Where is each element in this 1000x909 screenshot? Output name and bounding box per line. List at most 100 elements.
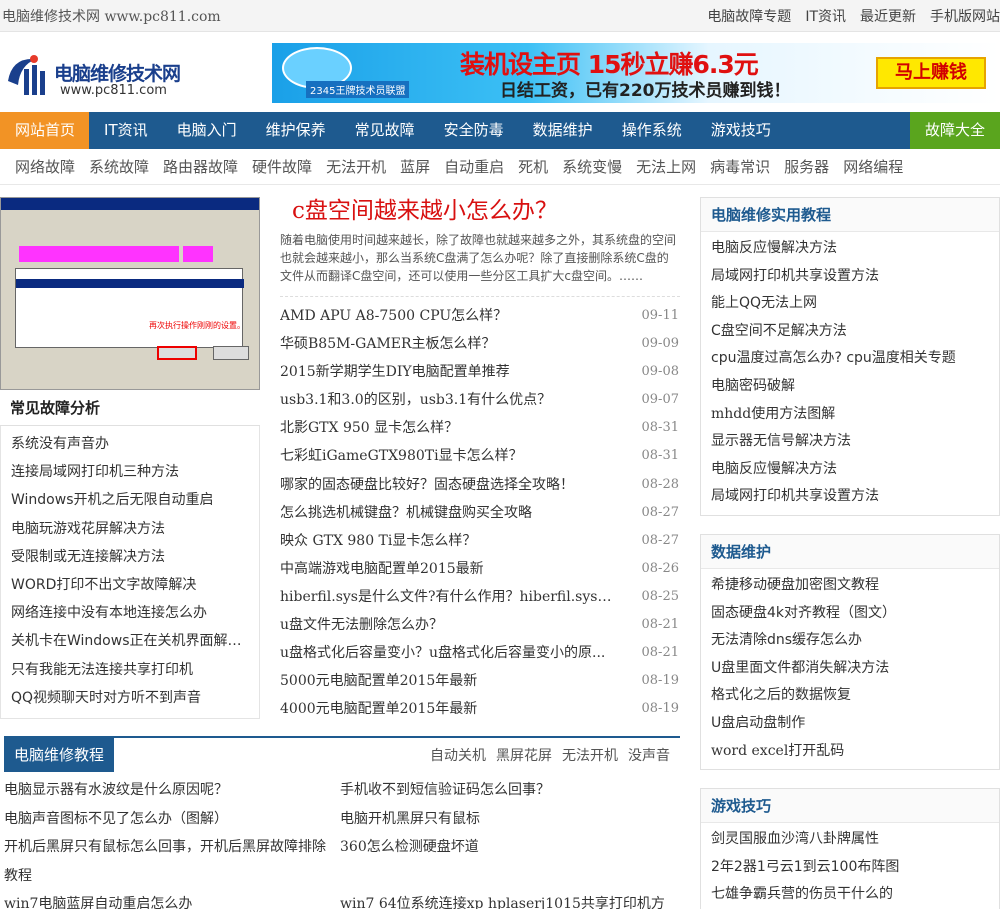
news-title[interactable]: 2015新学期学生DIY电脑配置单推荐 xyxy=(280,358,510,386)
nav-item-security[interactable]: 安全防毒 xyxy=(429,112,518,149)
news-row[interactable]: u盘文件无法删除怎么办？ 08-21 xyxy=(280,611,680,639)
news-row[interactable]: 2015新学期学生DIY电脑配置单推荐 09-08 xyxy=(280,358,680,386)
news-row[interactable]: usb3.1和3.0的区别，usb3.1有什么优点？ 09-07 xyxy=(280,386,680,414)
subnav-item[interactable]: 死机 xyxy=(518,156,548,177)
section-link-black-screen[interactable]: 黑屏花屏 xyxy=(496,745,552,765)
list-item[interactable]: 显示器无信号解决方法 xyxy=(711,428,999,456)
list-item[interactable]: win7 64位系统连接xp hplaserj1015共享打印机方法 xyxy=(340,862,676,909)
list-item[interactable]: 手机收不到短信验证码怎么回事？ xyxy=(340,776,676,805)
subnav-item[interactable]: 系统故障 xyxy=(89,156,149,177)
nav-item-data[interactable]: 数据维护 xyxy=(518,112,607,149)
news-title[interactable]: 华硕B85M-GAMER主板怎么样？ xyxy=(280,330,496,358)
subnav-item[interactable]: 硬件故障 xyxy=(252,156,312,177)
news-row[interactable]: 哪家的固态硬盘比较好？固态硬盘选择全攻略！ 08-28 xyxy=(280,471,680,499)
subnav-item[interactable]: 病毒常识 xyxy=(710,156,770,177)
subnav-item[interactable]: 网络故障 xyxy=(15,156,75,177)
news-row[interactable]: 北影GTX 950 显卡怎么样？ 08-31 xyxy=(280,414,680,442)
subnav-item[interactable]: 服务器 xyxy=(784,156,829,177)
ad-banner[interactable]: 2345王牌技术员联盟 装机设主页 15秒立赚6.3元 日结工资，已有220万技… xyxy=(272,43,1000,103)
news-row[interactable]: 4000元电脑配置单2015年最新 08-19 xyxy=(280,695,680,723)
list-item[interactable]: 2年2器1弓云1到云100布阵图 xyxy=(711,854,999,882)
news-title[interactable]: usb3.1和3.0的区别，usb3.1有什么优点？ xyxy=(280,386,551,414)
list-item[interactable]: 电脑密码破解 xyxy=(711,373,999,401)
news-title[interactable]: u盘格式化后容量变小？u盘格式化后容量变小的原... xyxy=(280,639,605,667)
subnav-item[interactable]: 网络编程 xyxy=(843,156,903,177)
news-title[interactable]: u盘文件无法删除怎么办？ xyxy=(280,611,443,639)
list-item[interactable]: 电脑玩游戏花屏解决方法 xyxy=(11,515,259,543)
list-item[interactable]: 希捷移动硬盘加密图文教程 xyxy=(711,572,999,600)
list-item[interactable]: 格式化之后的数据恢复 xyxy=(711,682,999,710)
list-item[interactable]: 能上QQ无法上网 xyxy=(711,290,999,318)
list-item[interactable]: 关机卡在Windows正在关机界面解决... xyxy=(11,627,259,655)
news-row[interactable]: hiberfil.sys是什么文件?有什么作用？hiberfil.sys怎么..… xyxy=(280,583,680,611)
news-title[interactable]: 哪家的固态硬盘比较好？固态硬盘选择全攻略！ xyxy=(280,471,574,499)
list-item[interactable]: C盘空间不足解决方法 xyxy=(711,318,999,346)
subnav-item[interactable]: 系统变慢 xyxy=(562,156,622,177)
list-item[interactable]: QQ视频聊天时对方听不到声音 xyxy=(11,684,259,712)
section-link-auto-shutdown[interactable]: 自动关机 xyxy=(430,745,486,765)
list-item[interactable]: 受限制或无连接解决方法 xyxy=(11,543,259,571)
top-link-recent-updates[interactable]: 最近更新 xyxy=(860,6,916,26)
list-item[interactable]: 七雄争霸兵营的伤员干什么的 xyxy=(711,881,999,909)
subnav-item[interactable]: 自动重启 xyxy=(444,156,504,177)
featured-screenshot[interactable]: 再次执行操作刚刚的设置。 xyxy=(0,197,260,390)
nav-item-it-news[interactable]: IT资讯 xyxy=(89,112,162,149)
subnav-item[interactable]: 路由器故障 xyxy=(163,156,238,177)
nav-item-os[interactable]: 操作系统 xyxy=(607,112,696,149)
news-title[interactable]: 中高端游戏电脑配置单2015最新 xyxy=(280,555,484,583)
news-title[interactable]: hiberfil.sys是什么文件?有什么作用？hiberfil.sys怎么..… xyxy=(280,583,625,611)
subnav-item[interactable]: 无法开机 xyxy=(326,156,386,177)
news-title[interactable]: 4000元电脑配置单2015年最新 xyxy=(280,695,477,723)
section-tab[interactable]: 电脑维修教程 xyxy=(4,738,115,772)
news-row[interactable]: u盘格式化后容量变小？u盘格式化后容量变小的原... 08-21 xyxy=(280,639,680,667)
nav-item-beginner[interactable]: 电脑入门 xyxy=(162,112,251,149)
list-item[interactable]: U盘启动盘制作 xyxy=(711,710,999,738)
list-item[interactable]: 电脑声音图标不见了怎么办（图解） xyxy=(4,805,340,834)
news-row[interactable]: 映众 GTX 980 Ti显卡怎么样？ 08-27 xyxy=(280,527,680,555)
list-item[interactable]: 网络连接中没有本地连接怎么办 xyxy=(11,599,259,627)
top-link-it-news[interactable]: IT资讯 xyxy=(805,6,846,26)
list-item[interactable]: 电脑开机黑屏只有鼠标 xyxy=(340,805,676,834)
news-row[interactable]: AMD APU A8-7500 CPU怎么样？ 09-11 xyxy=(280,302,680,330)
list-item[interactable]: 电脑显示器有水波纹是什么原因呢？ xyxy=(4,776,340,805)
top-link-mobile-site[interactable]: 手机版网站 xyxy=(930,6,1000,26)
list-item[interactable]: win7电脑蓝屏自动重启怎么办 xyxy=(4,890,340,909)
news-row[interactable]: 怎么挑选机械键盘？机械键盘购买全攻略 08-27 xyxy=(280,499,680,527)
featured-headline[interactable]: c盘空间越来越小怎么办？ xyxy=(280,197,680,227)
nav-item-maintenance[interactable]: 维护保养 xyxy=(251,112,340,149)
list-item[interactable]: 局域网打印机共享设置方法 xyxy=(711,263,999,291)
list-item[interactable]: 系统没有声音办 xyxy=(11,430,259,458)
subnav-item[interactable]: 无法上网 xyxy=(636,156,696,177)
list-item[interactable]: 开机后黑屏只有鼠标怎么回事，开机后黑屏故障排除教程 xyxy=(4,833,340,890)
nav-item-fault-encyclopedia[interactable]: 故障大全 xyxy=(909,112,1000,149)
site-name-url[interactable]: 电脑维修技术网 www.pc811.com xyxy=(0,6,221,26)
news-title[interactable]: 5000元电脑配置单2015年最新 xyxy=(280,667,477,695)
news-row[interactable]: 七彩虹iGameGTX980Ti显卡怎么样？ 08-31 xyxy=(280,442,680,470)
list-item[interactable]: 连接局域网打印机三种方法 xyxy=(11,458,259,486)
subnav-item[interactable]: 蓝屏 xyxy=(400,156,430,177)
list-item[interactable]: 只有我能无法连接共享打印机 xyxy=(11,656,259,684)
list-item[interactable]: 无法清除dns缓存怎么办 xyxy=(711,627,999,655)
list-item[interactable]: Windows开机之后无限自动重启 xyxy=(11,486,259,514)
news-row[interactable]: 中高端游戏电脑配置单2015最新 08-26 xyxy=(280,555,680,583)
news-title[interactable]: 映众 GTX 980 Ti显卡怎么样？ xyxy=(280,527,476,555)
site-logo[interactable]: 电脑维修技术网 www.pc811.com xyxy=(2,43,212,105)
news-title[interactable]: 怎么挑选机械键盘？机械键盘购买全攻略 xyxy=(280,499,532,527)
list-item[interactable]: word excel打开乱码 xyxy=(711,738,999,766)
section-link-no-sound[interactable]: 没声音 xyxy=(628,745,670,765)
list-item[interactable]: 电脑反应慢解决方法 xyxy=(711,235,999,263)
nav-item-games[interactable]: 游戏技巧 xyxy=(696,112,785,149)
list-item[interactable]: 固态硬盘4k对齐教程（图文） xyxy=(711,600,999,628)
news-title[interactable]: 北影GTX 950 显卡怎么样？ xyxy=(280,414,458,442)
list-item[interactable]: cpu温度过高怎么办? cpu温度相关专题 xyxy=(711,345,999,373)
top-link-fault-topics[interactable]: 电脑故障专题 xyxy=(707,6,791,26)
news-row[interactable]: 华硕B85M-GAMER主板怎么样？ 09-09 xyxy=(280,330,680,358)
nav-item-home[interactable]: 网站首页 xyxy=(0,112,90,149)
section-link-no-boot[interactable]: 无法开机 xyxy=(562,745,618,765)
list-item[interactable]: WORD打印不出文字故障解决 xyxy=(11,571,259,599)
banner-cta-button[interactable]: 马上赚钱 xyxy=(876,57,986,89)
list-item[interactable]: 360怎么检测硬盘坏道 xyxy=(340,833,676,862)
list-item[interactable]: 剑灵国服血沙湾八卦牌属性 xyxy=(711,826,999,854)
list-item[interactable]: 局域网打印机共享设置方法 xyxy=(711,483,999,511)
news-row[interactable]: 5000元电脑配置单2015年最新 08-19 xyxy=(280,667,680,695)
